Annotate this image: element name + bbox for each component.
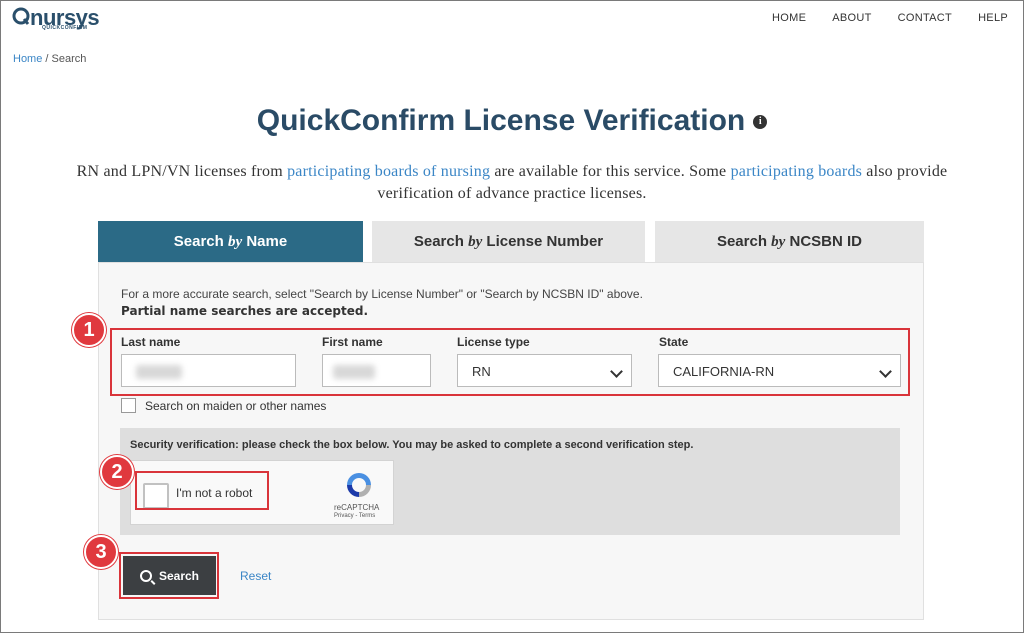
logo-q-icon [12, 7, 30, 25]
security-verification-text: Security verification: please check the … [130, 439, 694, 451]
breadcrumb-home-link[interactable]: Home [13, 53, 42, 65]
recaptcha-brand: reCAPTCHA [334, 503, 380, 512]
tab-search-by-name[interactable]: Search by Name [98, 221, 363, 262]
tab-search-by-ncsbn-id[interactable]: Search by NCSBN ID [655, 221, 924, 262]
page-title-text: QuickConfirm License Verification [256, 104, 746, 137]
tab-search-by-license-number[interactable]: Search by License Number [372, 221, 645, 262]
maiden-names-option[interactable]: Search on maiden or other names [121, 398, 326, 413]
breadcrumb: Home / Search [13, 53, 86, 65]
nav-help[interactable]: HELP [978, 12, 1008, 24]
intro-part2: are available for this service. Some [494, 163, 727, 180]
recaptcha-icon [347, 473, 371, 497]
participating-boards-link[interactable]: participating boards [731, 163, 863, 180]
fields-highlight-box [110, 328, 910, 396]
search-hint: For a more accurate search, select "Sear… [121, 287, 643, 301]
nav-about[interactable]: ABOUT [832, 12, 871, 24]
search-highlight-box [119, 552, 219, 599]
maiden-names-label: Search on maiden or other names [145, 398, 327, 413]
step-badge-3: 3 [84, 535, 118, 569]
logo-subtitle: QUICKCONFIRM [42, 25, 88, 31]
info-icon[interactable]: i [753, 115, 768, 130]
breadcrumb-separator: / [45, 53, 49, 65]
reset-link[interactable]: Reset [240, 569, 271, 583]
step-badge-1: 1 [72, 313, 106, 347]
nav-contact[interactable]: CONTACT [898, 12, 952, 24]
recaptcha-terms[interactable]: Privacy - Terms [334, 513, 375, 519]
intro-part1: RN and LPN/VN licenses from [76, 163, 283, 180]
search-tabs: Search by Name Search by License Number … [98, 221, 924, 262]
captcha-highlight-box [135, 471, 269, 510]
nav-home[interactable]: HOME [772, 12, 806, 24]
intro-line2: verification of advance practice license… [377, 185, 647, 202]
top-nav: HOME ABOUT CONTACT HELP [772, 12, 1008, 24]
intro-part3: also provide [866, 163, 948, 180]
maiden-names-checkbox[interactable] [121, 398, 136, 413]
step-badge-2: 2 [100, 455, 134, 489]
page-title: QuickConfirm License Verification i [0, 104, 1024, 138]
breadcrumb-current: Search [51, 53, 87, 65]
participating-boards-of-nursing-link[interactable]: participating boards of nursing [287, 163, 490, 180]
intro-text: RN and LPN/VN licenses from participatin… [0, 161, 1024, 205]
partial-name-note: Partial name searches are accepted. [121, 304, 369, 318]
nursys-logo[interactable]: nursys QUICKCONFIRM [12, 5, 122, 33]
